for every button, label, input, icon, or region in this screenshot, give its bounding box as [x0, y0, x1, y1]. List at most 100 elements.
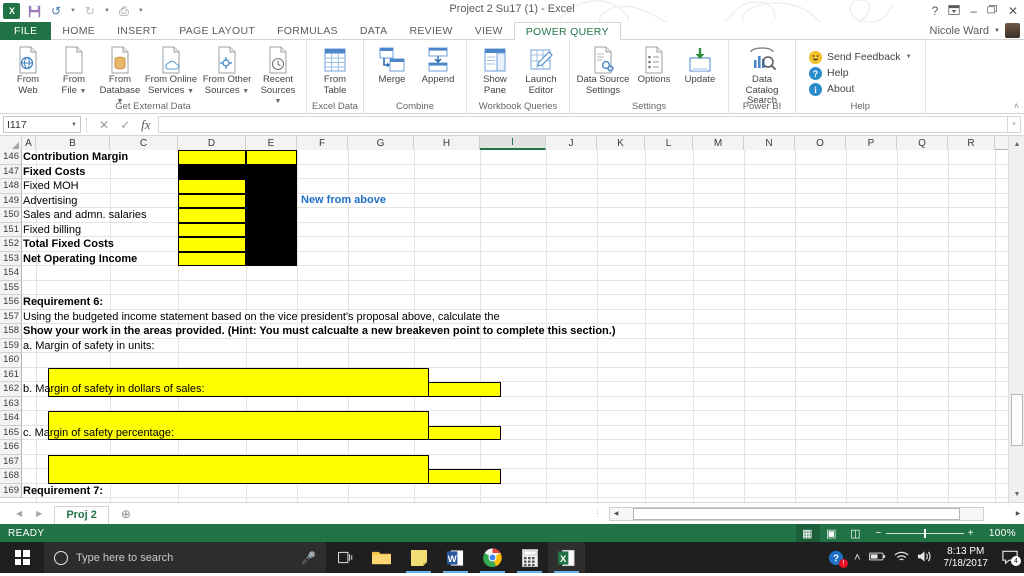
- name-box-dropdown-icon[interactable]: ▼: [71, 122, 77, 128]
- cell-a152[interactable]: Total Fixed Costs: [23, 237, 114, 252]
- from-file-button[interactable]: From File ▼: [51, 43, 97, 97]
- tab-formulas[interactable]: FORMULAS: [266, 22, 349, 40]
- answer-box-a-narrow[interactable]: [428, 382, 501, 397]
- cell-a157[interactable]: Using the budgeted income statement base…: [23, 310, 500, 325]
- from-table-button[interactable]: From Table: [312, 43, 358, 96]
- data-source-settings-button[interactable]: Data Source Settings: [575, 43, 631, 96]
- cell-a151[interactable]: Fixed billing: [23, 223, 81, 238]
- input-cell-d150[interactable]: [178, 208, 246, 223]
- ribbon-display-options-icon[interactable]: [948, 4, 960, 19]
- vertical-scroll-thumb[interactable]: [1011, 394, 1023, 446]
- horizontal-scrollbar[interactable]: ◀: [609, 506, 984, 521]
- input-cell-d146[interactable]: [178, 150, 246, 165]
- row-header-167[interactable]: 167: [0, 454, 22, 469]
- column-header-o[interactable]: O: [795, 136, 846, 150]
- sheet-nav-next-icon[interactable]: ▶: [36, 509, 42, 518]
- close-icon[interactable]: ✕: [1008, 4, 1018, 18]
- tray-expand-icon[interactable]: ˄: [854, 552, 860, 564]
- user-account[interactable]: Nicole Ward ▼: [930, 23, 1020, 38]
- column-header-k[interactable]: K: [597, 136, 645, 150]
- zoom-knob[interactable]: [923, 528, 926, 538]
- row-header-166[interactable]: 166: [0, 440, 22, 455]
- cell-area[interactable]: New from above Contribution Margin Fixed …: [22, 150, 1008, 502]
- from-web-button[interactable]: From Web: [5, 43, 51, 96]
- row-header-159[interactable]: 159: [0, 338, 22, 353]
- enter-formula-icon[interactable]: ✓: [120, 118, 130, 132]
- column-header-g[interactable]: G: [348, 136, 414, 150]
- minimize-icon[interactable]: –: [970, 4, 977, 18]
- calculator-icon[interactable]: [511, 542, 548, 573]
- cell-a150[interactable]: Sales and admn. salaries: [23, 208, 147, 223]
- zoom-level[interactable]: 100%: [982, 528, 1016, 539]
- wifi-icon[interactable]: [894, 550, 909, 566]
- column-header-f[interactable]: F: [297, 136, 348, 150]
- vertical-scrollbar[interactable]: ▲ ▼: [1008, 136, 1024, 502]
- column-header-r[interactable]: R: [948, 136, 995, 150]
- taskbar-clock[interactable]: 8:13 PM 7/18/2017: [940, 546, 993, 570]
- cell-a146[interactable]: Contribution Margin: [23, 150, 128, 165]
- row-header-162[interactable]: 162: [0, 382, 22, 397]
- page-layout-view-icon[interactable]: ▣: [820, 524, 844, 542]
- help-button[interactable]: ? Help: [809, 66, 912, 80]
- file-explorer-icon[interactable]: [363, 542, 400, 573]
- from-other-sources-button[interactable]: From Other Sources ▼: [199, 43, 255, 97]
- sheet-tab-proj-2[interactable]: Proj 2: [54, 505, 109, 524]
- tab-data[interactable]: DATA: [349, 22, 399, 40]
- tab-home[interactable]: HOME: [51, 22, 106, 40]
- avatar[interactable]: [1005, 23, 1020, 38]
- tab-review[interactable]: REVIEW: [398, 22, 463, 40]
- column-header-d[interactable]: D: [178, 136, 246, 150]
- column-header-n[interactable]: N: [744, 136, 795, 150]
- from-online-services-dropdown-icon[interactable]: ▼: [187, 88, 194, 95]
- row-header-158[interactable]: 158: [0, 324, 22, 339]
- column-header-m[interactable]: M: [693, 136, 744, 150]
- column-header-i[interactable]: I: [480, 136, 546, 150]
- column-header-a[interactable]: A: [22, 136, 36, 150]
- sticky-notes-icon[interactable]: [400, 542, 437, 573]
- column-header-l[interactable]: L: [645, 136, 693, 150]
- row-header-148[interactable]: 148: [0, 179, 22, 194]
- column-header-b[interactable]: B: [36, 136, 110, 150]
- start-button[interactable]: [0, 542, 44, 573]
- zoom-slider[interactable]: − +: [868, 528, 983, 539]
- input-cell-d153[interactable]: [178, 251, 246, 266]
- scroll-up-button[interactable]: ▲: [1009, 136, 1024, 152]
- column-header-c[interactable]: C: [110, 136, 178, 150]
- answer-box-b-narrow[interactable]: [428, 425, 501, 440]
- input-cell-d152[interactable]: [178, 237, 246, 252]
- filled-cell-e147-e153[interactable]: [246, 164, 297, 266]
- tab-page-layout[interactable]: PAGE LAYOUT: [168, 22, 266, 40]
- tab-insert[interactable]: INSERT: [106, 22, 168, 40]
- answer-box-c-wide[interactable]: [48, 454, 429, 484]
- row-header-156[interactable]: 156: [0, 295, 22, 310]
- chrome-icon[interactable]: [474, 542, 511, 573]
- sheet-nav-prev-icon[interactable]: ◀: [16, 509, 22, 518]
- data-catalog-search-button[interactable]: Data Catalog Search: [734, 43, 790, 107]
- tab-power-query[interactable]: POWER QUERY: [513, 22, 621, 41]
- help-icon[interactable]: ?: [932, 4, 939, 18]
- row-header-168[interactable]: 168: [0, 469, 22, 484]
- update-button[interactable]: Update: [677, 43, 723, 86]
- row-header-160[interactable]: 160: [0, 353, 22, 368]
- insert-function-icon[interactable]: fx: [141, 117, 150, 133]
- cell-a147[interactable]: Fixed Costs: [23, 165, 85, 180]
- merge-button[interactable]: Merge: [369, 43, 415, 86]
- taskbar-search[interactable]: Type here to search 🎤: [44, 542, 326, 573]
- cell-a156[interactable]: Requirement 6:: [23, 295, 103, 310]
- filled-cell-d147[interactable]: [178, 164, 246, 179]
- column-header-e[interactable]: E: [246, 136, 297, 150]
- scroll-down-button[interactable]: ▼: [1009, 486, 1024, 502]
- column-header-q[interactable]: Q: [897, 136, 948, 150]
- from-file-dropdown-icon[interactable]: ▼: [80, 88, 87, 95]
- hscroll-right-icon[interactable]: ▶: [1012, 508, 1024, 520]
- column-header-j[interactable]: J: [546, 136, 597, 150]
- cell-a148[interactable]: Fixed MOH: [23, 179, 79, 194]
- send-feedback-button[interactable]: Send Feedback ▼: [809, 50, 912, 64]
- column-header-p[interactable]: P: [846, 136, 897, 150]
- show-pane-button[interactable]: Show Pane: [472, 43, 518, 96]
- cell-a162[interactable]: b. Margin of safety in dollars of sales:: [23, 382, 205, 397]
- row-header-151[interactable]: 151: [0, 222, 22, 237]
- about-button[interactable]: i About: [809, 82, 912, 96]
- input-cell-d149[interactable]: [178, 193, 246, 208]
- row-header-146[interactable]: 146: [0, 150, 22, 165]
